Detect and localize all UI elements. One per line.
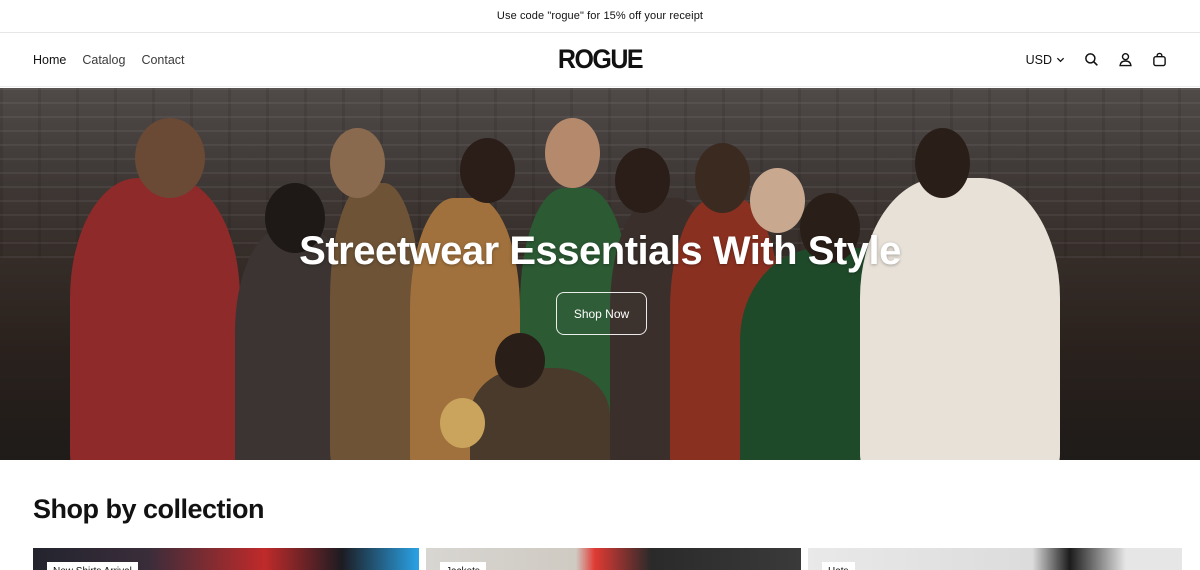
collection-card-jackets[interactable]: Jackets — [426, 548, 801, 570]
brand-logo[interactable]: ROGUE — [558, 44, 644, 75]
account-icon[interactable] — [1117, 52, 1133, 68]
collection-card-hats[interactable]: Hats — [808, 548, 1182, 570]
header-actions: USD — [1026, 52, 1167, 68]
site-header: Home Catalog Contact ROGUE USD — [0, 33, 1200, 87]
chevron-down-icon — [1056, 57, 1065, 63]
shop-now-button[interactable]: Shop Now — [556, 292, 647, 335]
announcement-bar: Use code "rogue" for 15% off your receip… — [0, 0, 1200, 33]
collection-card-label: Hats — [822, 562, 855, 570]
nav-catalog[interactable]: Catalog — [82, 53, 125, 67]
collection-card-label: Jackets — [440, 562, 486, 570]
search-icon[interactable] — [1083, 52, 1099, 68]
nav-contact[interactable]: Contact — [141, 53, 184, 67]
announcement-text: Use code "rogue" for 15% off your receip… — [496, 10, 704, 22]
collection-card-label: New Shirts Arrival — [47, 562, 138, 570]
collections-heading: Shop by collection — [33, 494, 265, 524]
collection-grid: New Shirts Arrival Jackets Hats — [0, 548, 1200, 570]
collection-card-new-shirts[interactable]: New Shirts Arrival — [33, 548, 419, 570]
main-nav: Home Catalog Contact — [33, 53, 185, 67]
nav-home[interactable]: Home — [33, 53, 66, 67]
currency-label: USD — [1025, 52, 1052, 67]
hero-title: Streetwear Essentials With Style — [299, 229, 901, 273]
currency-selector[interactable]: USD — [1026, 53, 1065, 67]
hero-banner: Streetwear Essentials With Style Shop No… — [0, 88, 1200, 460]
bag-icon[interactable] — [1151, 52, 1167, 68]
